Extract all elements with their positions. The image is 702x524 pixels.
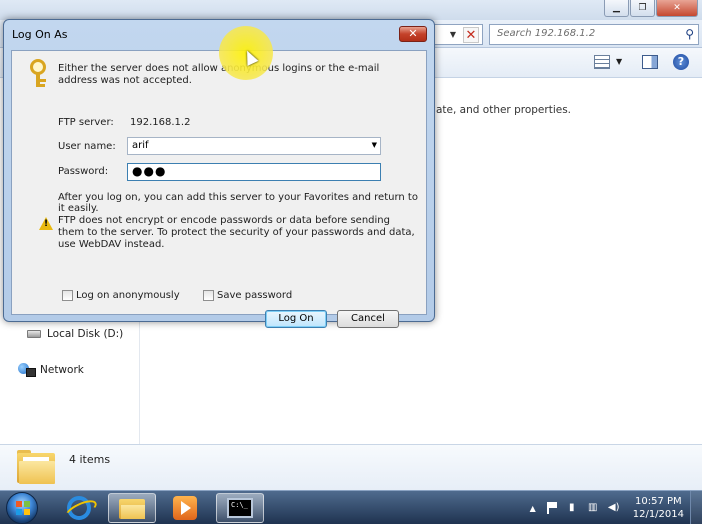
folder-icon <box>119 497 145 519</box>
command-prompt-icon: C:\_ <box>227 498 253 518</box>
media-player-icon <box>173 496 197 520</box>
warning-icon: ! <box>39 217 53 230</box>
anonymous-label: Log on anonymously <box>76 290 180 301</box>
help-icon[interactable]: ? <box>673 54 689 70</box>
clock-date: 12/1/2014 <box>632 509 684 520</box>
clock[interactable]: 10:57 PM 12/1/2014 <box>633 495 684 521</box>
search-input[interactable]: Search 192.168.1.2 ⚲ <box>489 24 699 45</box>
taskbar-cmd-button[interactable]: C:\_ <box>216 493 264 523</box>
logon-button[interactable]: Log On <box>265 310 327 328</box>
cancel-button[interactable]: Cancel <box>337 310 399 328</box>
checkbox-box[interactable] <box>203 290 214 301</box>
keys-icon <box>24 59 52 89</box>
window-controls: ▁ ❐ ✕ <box>604 0 698 17</box>
items-count: 4 items <box>69 453 111 466</box>
search-icon[interactable]: ⚲ <box>685 27 694 41</box>
stop-icon[interactable]: ✕ <box>463 27 479 43</box>
taskbar-ie-button[interactable] <box>55 493 103 523</box>
view-dropdown-icon[interactable]: ▼ <box>616 57 622 66</box>
content-message: ate, and other properties. <box>436 104 572 116</box>
nav-item-network[interactable]: Network <box>18 363 84 377</box>
search-placeholder: Search 192.168.1.2 <box>497 28 596 39</box>
nav-item-local-disk[interactable]: Local Disk (D:) <box>27 328 123 340</box>
change-view-icon[interactable] <box>594 55 610 69</box>
system-tray: ▲ ▮ ▥ ◀) 10:57 PM 12/1/2014 <box>530 491 702 524</box>
anonymous-checkbox[interactable]: Log on anonymously <box>62 290 180 301</box>
internet-explorer-icon <box>67 496 91 520</box>
username-combobox[interactable]: arif ▼ <box>127 137 381 155</box>
dialog-body: Either the server does not allow anonymo… <box>11 50 427 328</box>
volume-icon[interactable]: ◀) <box>608 501 620 515</box>
username-label: User name: <box>58 141 116 152</box>
tray-expand-icon[interactable]: ▲ <box>530 504 536 513</box>
checkbox-box[interactable] <box>62 290 73 301</box>
minimize-button[interactable]: ▁ <box>604 0 629 17</box>
dialog-close-button[interactable]: ✕ <box>399 26 427 42</box>
ftp-server-label: FTP server: <box>58 117 114 128</box>
password-label: Password: <box>58 166 109 177</box>
favorites-info-text: After you log on, you can add this serve… <box>58 192 418 214</box>
taskbar: C:\_ ▲ ▮ ▥ ◀) 10:57 PM 12/1/2014 <box>0 490 702 524</box>
clock-time: 10:57 PM <box>635 496 682 507</box>
maximize-button[interactable]: ❐ <box>630 0 655 17</box>
disk-icon <box>27 330 41 338</box>
username-value: arif <box>132 140 149 151</box>
network-tray-icon[interactable]: ▥ <box>587 501 599 515</box>
password-value: ●●● <box>132 164 167 178</box>
folder-icon <box>17 450 55 484</box>
nav-item-label: Local Disk (D:) <box>47 328 124 340</box>
save-password-checkbox[interactable]: Save password <box>203 290 292 301</box>
action-center-icon[interactable] <box>546 502 557 514</box>
start-button[interactable] <box>6 492 38 524</box>
show-desktop-button[interactable] <box>690 491 702 524</box>
details-pane: 4 items <box>0 444 702 490</box>
chevron-down-icon[interactable]: ▼ <box>372 141 377 149</box>
close-window-button[interactable]: ✕ <box>656 0 698 17</box>
network-icon <box>18 363 36 377</box>
ftp-server-value: 192.168.1.2 <box>130 117 191 128</box>
taskbar-explorer-button[interactable] <box>108 493 156 523</box>
address-dropdown-icon[interactable]: ▼ <box>450 30 456 39</box>
explorer-titlebar: ▁ ❐ ✕ <box>0 0 702 20</box>
password-field[interactable]: ●●● <box>127 163 381 181</box>
security-warning-text: FTP does not encrypt or encode passwords… <box>58 215 415 250</box>
battery-icon[interactable]: ▮ <box>566 501 578 515</box>
taskbar-media-player-button[interactable] <box>161 493 209 523</box>
preview-pane-icon[interactable] <box>642 55 658 69</box>
logon-dialog: Log On As ✕ Either the server does not a… <box>3 19 435 328</box>
dialog-title: Log On As <box>12 28 68 41</box>
nav-item-label: Network <box>40 364 84 376</box>
save-password-label: Save password <box>217 290 293 301</box>
